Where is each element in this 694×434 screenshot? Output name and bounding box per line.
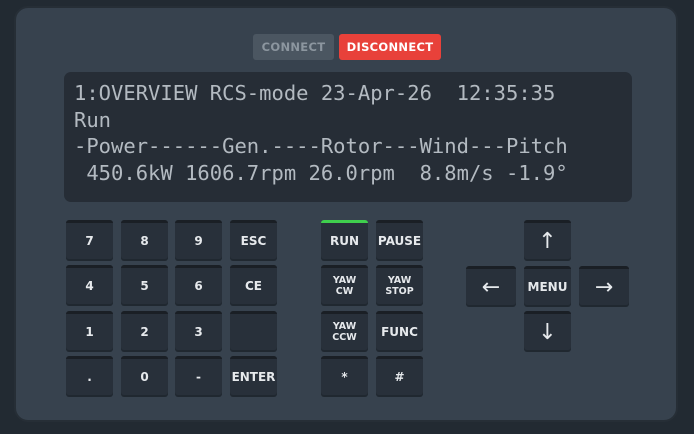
yaw-stop-button[interactable]: YAW STOP [376,265,423,304]
key-esc[interactable]: ESC [230,220,277,259]
key-7[interactable]: 7 [66,220,113,259]
yaw-cw-button[interactable]: YAW CW [321,265,368,304]
lcd-line-2: Run [74,107,112,132]
key-dot[interactable]: . [66,356,113,395]
disconnect-button[interactable]: DISCONNECT [339,34,441,60]
controller-panel: CONNECT DISCONNECT 1:OVERVIEW RCS-mode 2… [14,6,678,422]
run-button[interactable]: RUN [321,220,368,259]
yaw-stop-label: YAW STOP [385,275,413,297]
lcd-line-1: 1:OVERVIEW RCS-mode 23-Apr-26 12:35:35 [74,81,556,105]
key-5[interactable]: 5 [121,265,168,304]
yaw-ccw-label: YAW CCW [332,321,356,343]
yaw-stop-label-line1: YAW [387,275,412,286]
key-0[interactable]: 0 [121,356,168,395]
connection-bar: CONNECT DISCONNECT [16,34,676,66]
key-enter[interactable]: ENTER [230,356,277,395]
key-minus[interactable]: - [175,356,222,395]
yaw-cw-label-line2: CW [335,286,354,297]
yaw-ccw-label-line2: CCW [332,332,357,343]
down-arrow-icon[interactable]: ↓ [524,311,571,350]
yaw-cw-label: YAW CW [333,275,356,297]
yaw-cw-label-line1: YAW [332,275,357,286]
hash-button[interactable]: # [376,356,423,395]
right-arrow-icon[interactable]: → [579,266,629,305]
up-arrow-icon[interactable]: ↑ [524,220,571,259]
lcd-display: 1:OVERVIEW RCS-mode 23-Apr-26 12:35:35 R… [64,72,632,202]
key-1[interactable]: 1 [66,311,113,350]
yaw-ccw-label-line1: YAW [332,321,357,332]
connect-button[interactable]: CONNECT [253,34,334,60]
pause-button[interactable]: PAUSE [376,220,423,259]
left-arrow-icon[interactable]: ← [466,266,516,305]
yaw-stop-label-line2: STOP [385,286,414,297]
key-2[interactable]: 2 [121,311,168,350]
key-8[interactable]: 8 [121,220,168,259]
key-blank[interactable] [230,311,277,350]
key-ce[interactable]: CE [230,265,277,304]
yaw-ccw-button[interactable]: YAW CCW [321,311,368,350]
key-6[interactable]: 6 [175,265,222,304]
lcd-line-3: -Power------Gen.----Rotor---Wind---Pitch [74,134,568,158]
key-9[interactable]: 9 [175,220,222,259]
key-3[interactable]: 3 [175,311,222,350]
star-button[interactable]: * [321,356,368,395]
key-4[interactable]: 4 [66,265,113,304]
func-button[interactable]: FUNC [376,311,423,350]
lcd-line-4: 450.6kW 1606.7rpm 26.0rpm 8.8m/s -1.9° [74,160,568,185]
menu-button[interactable]: MENU [524,266,571,305]
